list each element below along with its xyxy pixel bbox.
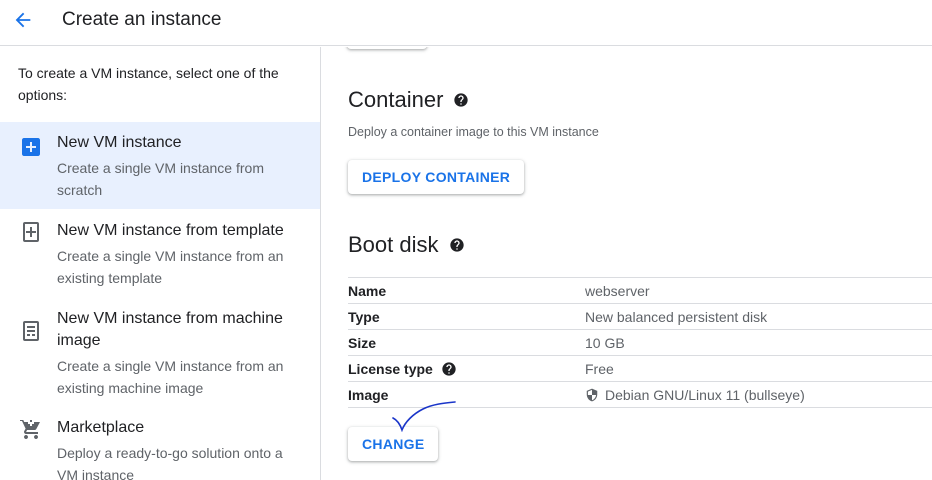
row-value: Free (585, 361, 614, 377)
top-bar: Create an instance (0, 0, 932, 46)
help-icon[interactable] (453, 92, 469, 108)
row-key: License type (348, 361, 433, 377)
arrow-back-icon (15, 12, 31, 28)
shield-icon (586, 388, 598, 402)
row-key-with-help: License type (348, 360, 457, 378)
row-value: 10 GB (585, 335, 625, 351)
boot-disk-table: Name webserver Type New balanced persist… (348, 277, 932, 408)
page-title: Create an instance (62, 9, 222, 30)
option-description: Create a single VM instance from scratch (57, 160, 264, 198)
add-box-icon (22, 138, 40, 156)
container-title-text: Container (348, 87, 444, 112)
row-key: Image (348, 387, 389, 403)
table-row: Name webserver (348, 278, 932, 304)
change-button[interactable]: CHANGE (348, 427, 439, 461)
cart-icon (20, 419, 40, 439)
option-description: Create a single VM instance from an exis… (57, 358, 284, 396)
option-description: Deploy a ready-to-go solution onto a VM … (57, 445, 283, 480)
table-row: License type Free (348, 356, 932, 382)
option-title: Marketplace (57, 419, 145, 436)
row-value: webserver (585, 283, 650, 299)
image-name: Debian GNU/Linux 11 (bullseye) (605, 387, 805, 403)
row-key: Type (348, 309, 380, 325)
boot-disk-title-text: Boot disk (348, 232, 439, 257)
deploy-container-button[interactable]: DEPLOY CONTAINER (348, 160, 525, 194)
table-row: Type New balanced persistent disk (348, 304, 932, 330)
row-value: New balanced persistent disk (585, 309, 768, 325)
machine-image-icon (23, 321, 39, 341)
help-icon[interactable] (441, 361, 457, 377)
boot-disk-section-title: Boot disk (348, 231, 465, 259)
template-add-icon (23, 222, 39, 242)
option-title: New VM instance from machine image (57, 310, 283, 349)
option-title: New VM instance (57, 134, 182, 151)
sidebar-intro: To create a VM instance, select one of t… (18, 65, 279, 103)
main-content: Container Deploy a container image to th… (321, 47, 932, 480)
help-icon[interactable] (449, 237, 465, 253)
option-new-vm-from-machine-image[interactable]: New VM instance from machine image Creat… (0, 298, 320, 406)
table-row: Size 10 GB (348, 330, 932, 356)
container-description: Deploy a container image to this VM inst… (348, 125, 599, 139)
container-section-title: Container (348, 86, 469, 114)
row-key: Size (348, 335, 377, 351)
option-new-vm-instance[interactable]: New VM instance Create a single VM insta… (0, 122, 320, 209)
option-title: New VM instance from template (57, 222, 284, 239)
option-description: Create a single VM instance from an exis… (57, 248, 284, 286)
option-marketplace[interactable]: Marketplace Deploy a ready-to-go solutio… (0, 407, 320, 480)
sidebar: To create a VM instance, select one of t… (0, 47, 321, 480)
option-new-vm-from-template[interactable]: New VM instance from template Create a s… (0, 210, 320, 296)
back-button[interactable] (8, 6, 38, 34)
row-value-image: Debian GNU/Linux 11 (bullseye) (585, 386, 805, 404)
row-key: Name (348, 283, 387, 299)
table-row: Image Debian GNU/Linux 11 (bullseye) (348, 382, 932, 408)
partial-button[interactable] (347, 47, 427, 49)
